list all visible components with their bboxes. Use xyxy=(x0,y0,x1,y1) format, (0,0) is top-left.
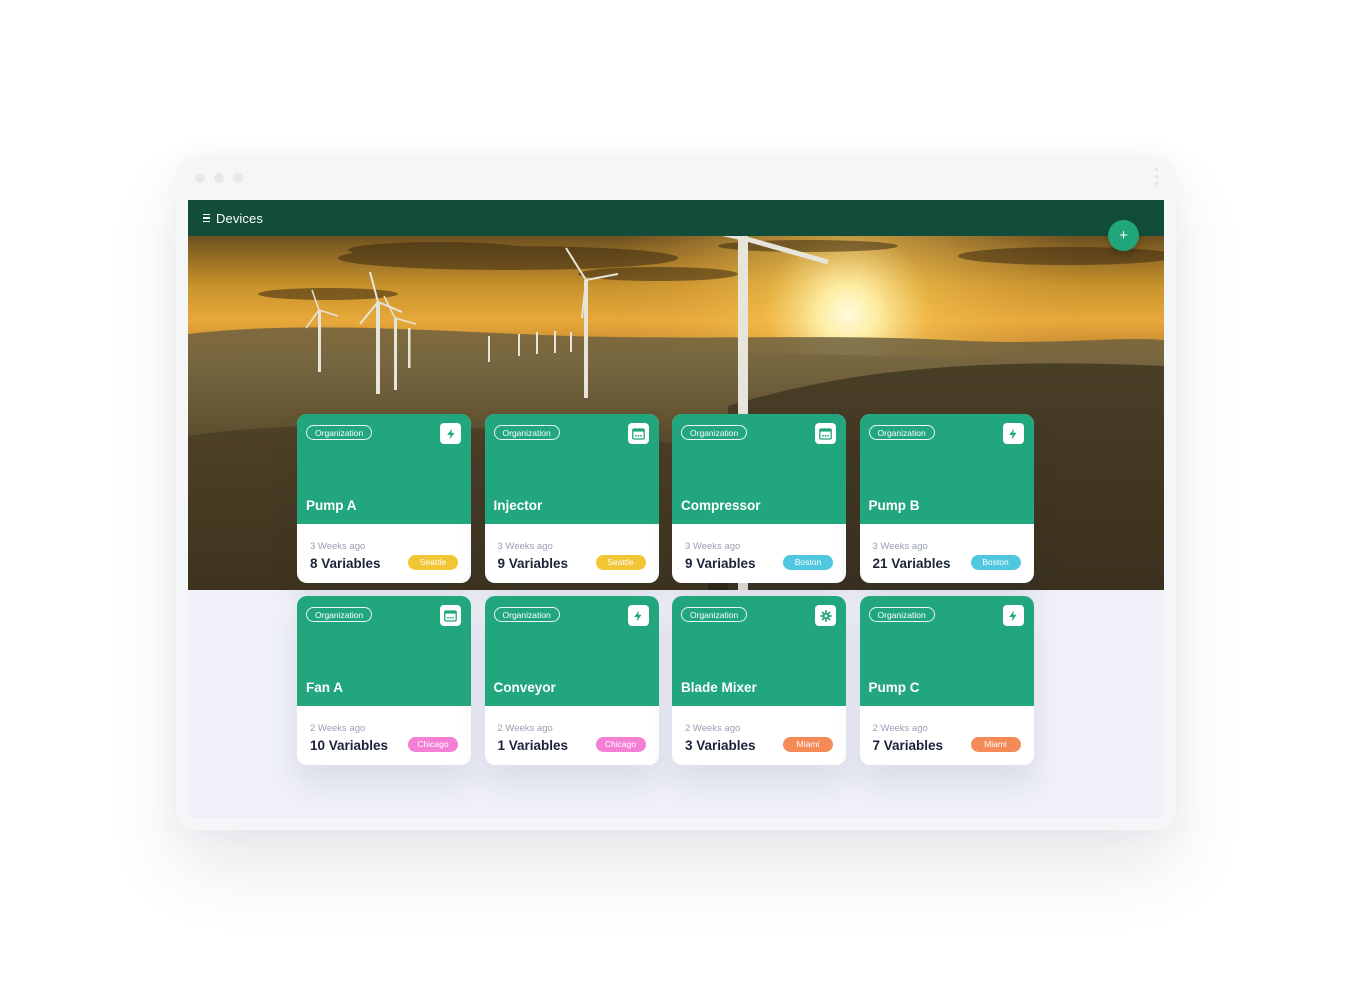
location-badge[interactable]: Chicago xyxy=(408,737,458,752)
variable-count: 9 Variables xyxy=(497,556,569,571)
browser-window: Devices + Organization Pump A 3 Weeks ag… xyxy=(176,156,1176,830)
card-footer: 2 Weeks ago 10 Variables Chicago xyxy=(297,706,471,765)
organization-badge[interactable]: Organization xyxy=(868,425,935,440)
card-header: Organization Pump A xyxy=(297,414,471,524)
device-card-injector[interactable]: Organization Injector 3 Weeks ago 9 Vari… xyxy=(484,414,659,583)
device-name: Injector xyxy=(493,498,543,513)
last-updated: 3 Weeks ago xyxy=(872,541,928,552)
location-badge[interactable]: Seattle xyxy=(408,555,458,570)
last-updated: 2 Weeks ago xyxy=(872,723,928,734)
variable-count: 9 Variables xyxy=(685,556,756,571)
last-updated: 3 Weeks ago xyxy=(685,541,741,552)
card-footer: 3 Weeks ago 9 Variables Seattle xyxy=(485,524,659,583)
lightning-icon xyxy=(440,423,461,444)
lightning-icon xyxy=(1002,605,1024,626)
window-dot-maximize[interactable] xyxy=(233,173,243,183)
calendar-icon xyxy=(815,423,836,444)
device-name: Pump C xyxy=(868,680,920,695)
device-name: Fan A xyxy=(306,680,343,695)
variable-count: 1 Variables xyxy=(497,738,569,753)
device-card-grid: Organization Pump A 3 Weeks ago 8 Variab… xyxy=(297,414,1034,765)
card-footer: 3 Weeks ago 21 Variables Boston xyxy=(860,524,1034,583)
device-card-compressor[interactable]: Organization Compressor 3 Weeks ago 9 Va… xyxy=(672,414,846,583)
add-device-button[interactable]: + xyxy=(1108,220,1139,251)
organization-badge[interactable]: Organization xyxy=(868,607,935,622)
location-badge[interactable]: Miami xyxy=(783,737,833,752)
devices-app: Devices + Organization Pump A 3 Weeks ag… xyxy=(188,200,1164,818)
calendar-icon xyxy=(627,423,649,444)
device-name: Compressor xyxy=(681,498,761,513)
organization-badge[interactable]: Organization xyxy=(306,425,373,440)
page-title: Devices xyxy=(216,210,263,226)
calendar-icon xyxy=(440,605,461,626)
last-updated: 3 Weeks ago xyxy=(310,541,366,552)
top-bar: Devices xyxy=(188,200,1164,236)
location-badge[interactable]: Seattle xyxy=(595,555,646,570)
device-card-pump-b[interactable]: Organization Pump B 3 Weeks ago 21 Varia… xyxy=(859,414,1034,583)
window-controls xyxy=(195,173,243,183)
device-name: Pump A xyxy=(306,498,357,513)
organization-badge[interactable]: Organization xyxy=(681,425,748,440)
window-dot-close[interactable] xyxy=(195,173,205,183)
variable-count: 10 Variables xyxy=(310,738,389,753)
card-footer: 2 Weeks ago 3 Variables Miami xyxy=(672,706,846,765)
organization-badge[interactable]: Organization xyxy=(493,607,560,622)
card-header: Organization Blade Mixer xyxy=(672,596,846,706)
device-card-blade-mixer[interactable]: Organization Blade Mixer 2 Weeks ago 3 V… xyxy=(672,596,846,765)
variable-count: 21 Variables xyxy=(872,556,951,571)
window-menu-icon[interactable] xyxy=(1155,168,1158,185)
card-footer: 2 Weeks ago 1 Variables Chicago xyxy=(485,706,659,765)
lightning-icon xyxy=(1002,423,1024,444)
device-name: Pump B xyxy=(868,498,920,513)
card-footer: 3 Weeks ago 8 Variables Seattle xyxy=(297,524,471,583)
card-footer: 3 Weeks ago 9 Variables Boston xyxy=(672,524,846,583)
card-header: Organization Pump C xyxy=(859,596,1034,706)
organization-badge[interactable]: Organization xyxy=(681,607,748,622)
last-updated: 2 Weeks ago xyxy=(310,723,366,734)
card-header: Organization Pump B xyxy=(859,414,1034,524)
gear-icon xyxy=(815,605,836,626)
card-header: Organization Conveyor xyxy=(484,596,659,706)
variable-count: 8 Variables xyxy=(310,556,381,571)
location-badge[interactable]: Miami xyxy=(970,737,1021,752)
last-updated: 2 Weeks ago xyxy=(497,723,553,734)
variable-count: 3 Variables xyxy=(685,738,756,753)
last-updated: 3 Weeks ago xyxy=(497,541,553,552)
device-card-conveyor[interactable]: Organization Conveyor 2 Weeks ago 1 Vari… xyxy=(484,596,659,765)
location-badge[interactable]: Chicago xyxy=(595,737,646,752)
device-card-pump-c[interactable]: Organization Pump C 2 Weeks ago 7 Variab… xyxy=(859,596,1034,765)
card-header: Organization Injector xyxy=(484,414,659,524)
window-dot-minimize[interactable] xyxy=(214,173,224,183)
card-footer: 2 Weeks ago 7 Variables Miami xyxy=(860,706,1034,765)
location-badge[interactable]: Boston xyxy=(783,555,833,570)
card-header: Organization Compressor xyxy=(672,414,846,524)
device-name: Blade Mixer xyxy=(681,680,757,695)
hamburger-menu-icon[interactable] xyxy=(203,214,210,222)
variable-count: 7 Variables xyxy=(872,738,944,753)
device-card-fan-a[interactable]: Organization Fan A 2 Weeks ago 10 Variab… xyxy=(297,596,471,765)
last-updated: 2 Weeks ago xyxy=(685,723,741,734)
organization-badge[interactable]: Organization xyxy=(306,607,373,622)
device-name: Conveyor xyxy=(493,680,556,695)
lightning-icon xyxy=(627,605,649,626)
location-badge[interactable]: Boston xyxy=(970,555,1021,570)
device-card-pump-a[interactable]: Organization Pump A 3 Weeks ago 8 Variab… xyxy=(297,414,471,583)
card-header: Organization Fan A xyxy=(297,596,471,706)
organization-badge[interactable]: Organization xyxy=(493,425,560,440)
